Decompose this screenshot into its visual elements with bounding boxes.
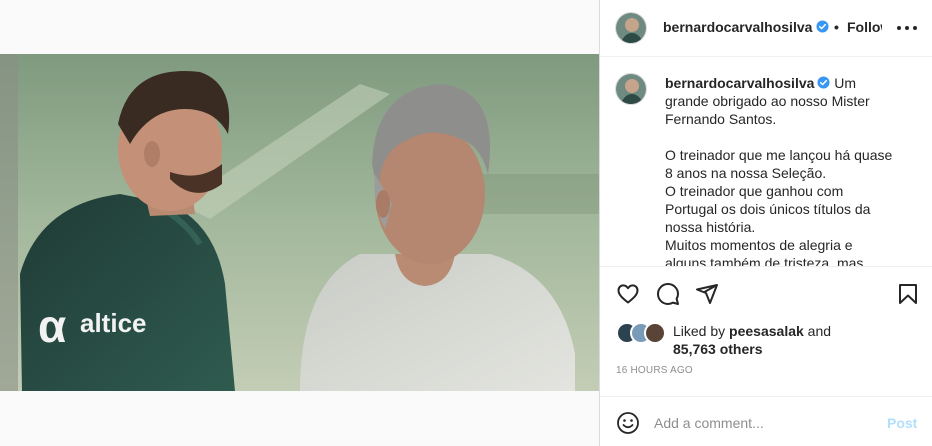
caption-author-avatar[interactable] xyxy=(615,73,647,105)
likes-and: and xyxy=(807,323,832,339)
post-side-panel: bernardocarvalhosilva • Follow bernardoc… xyxy=(599,0,932,446)
post-header: bernardocarvalhosilva • Follow xyxy=(600,0,932,57)
follow-button[interactable]: Follow xyxy=(847,19,882,35)
caption-line: Um xyxy=(834,75,857,91)
caption-area: bernardocarvalhosilva Um grande obrigado… xyxy=(600,57,932,267)
caption-username[interactable]: bernardocarvalhosilva xyxy=(665,75,814,91)
share-icon[interactable] xyxy=(695,282,719,306)
liker-avatar xyxy=(644,322,666,344)
separator-dot: • xyxy=(834,19,839,35)
shirt-logo-text: altice xyxy=(80,308,147,338)
post-photo[interactable]: α altice xyxy=(0,54,599,391)
post-timestamp[interactable]: 16 HOURS AGO xyxy=(616,365,693,376)
caption-line: alguns também de tristeza, mas xyxy=(665,255,864,267)
liker-username[interactable]: peesasalak xyxy=(729,323,804,339)
heart-icon[interactable] xyxy=(616,282,640,306)
likes-count-link[interactable]: 85,763 others xyxy=(673,341,763,357)
author-username[interactable]: bernardocarvalhosilva xyxy=(663,19,812,35)
media-area: α altice xyxy=(0,0,599,446)
caption-text: bernardocarvalhosilva Um grande obrigado… xyxy=(665,74,905,267)
caption-line: Fernando Santos. xyxy=(665,111,777,127)
comment-bar: Post xyxy=(600,396,932,446)
caption-line: 8 anos na nossa Seleção. xyxy=(665,165,827,181)
likes-text: Liked by peesasalak and 85,763 others xyxy=(673,322,831,358)
emoji-icon[interactable] xyxy=(616,411,640,435)
caption-line: Muitos momentos de alegria e xyxy=(665,237,853,253)
caption-line xyxy=(665,128,905,146)
caption-line: Portugal os dois únicos títulos da xyxy=(665,201,871,217)
likes-prefix: Liked by xyxy=(673,323,726,339)
caption-line: O treinador que me lançou há quase xyxy=(665,147,893,163)
more-options-icon[interactable] xyxy=(896,20,918,36)
author-avatar[interactable] xyxy=(615,12,647,44)
photo-illustration: α altice xyxy=(0,54,599,391)
caption-line: O treinador que ganhou com xyxy=(665,183,844,199)
verified-badge-icon xyxy=(816,20,829,33)
comment-input[interactable] xyxy=(654,412,874,434)
likes-section: Liked by peesasalak and 85,763 others xyxy=(616,320,926,360)
comment-icon[interactable] xyxy=(656,282,680,306)
caption-line: grande obrigado ao nosso Mister xyxy=(665,93,870,109)
liker-avatars[interactable] xyxy=(616,322,670,344)
svg-text:α: α xyxy=(38,300,66,352)
action-bar xyxy=(600,278,932,310)
bookmark-icon[interactable] xyxy=(896,282,920,306)
verified-badge-icon xyxy=(817,76,830,89)
caption-line: nossa história. xyxy=(665,219,756,235)
post-comment-button[interactable]: Post xyxy=(887,415,917,431)
